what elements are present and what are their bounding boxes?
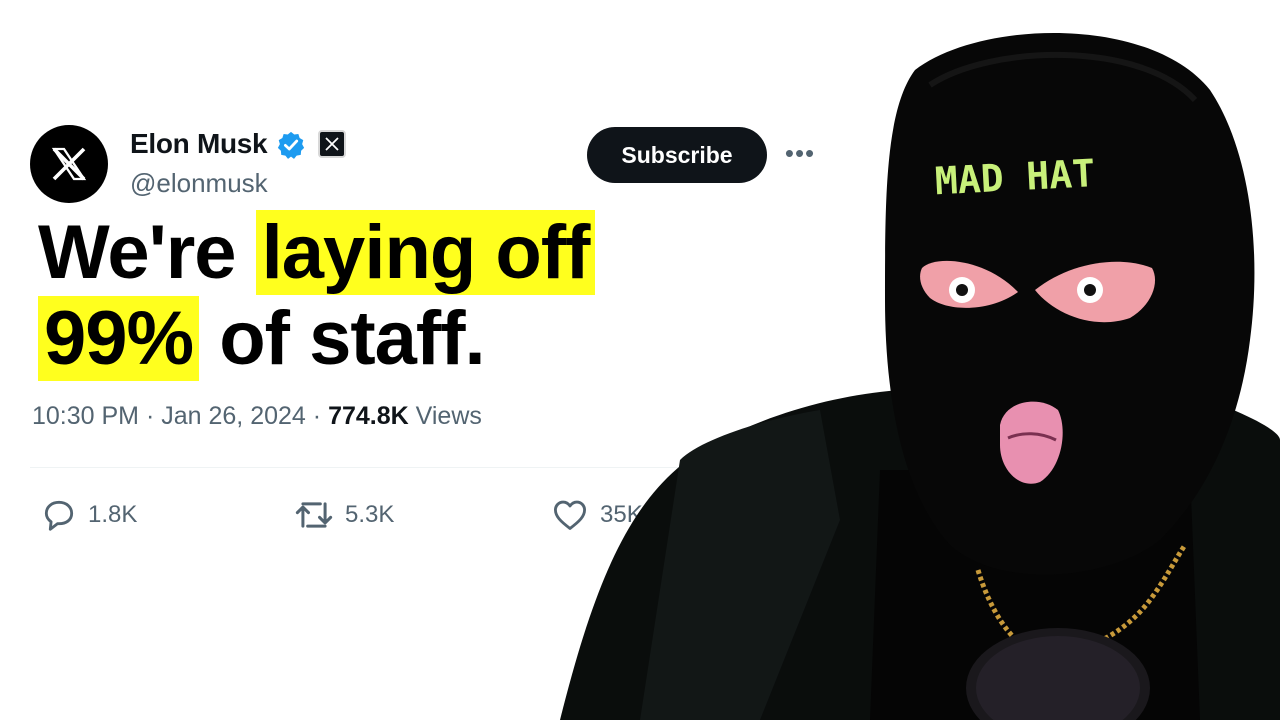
mask-lettering: MAD HAT (934, 151, 1096, 203)
headline-part2: of staff. (199, 296, 485, 381)
repost-icon (295, 502, 333, 528)
headline-highlight-2: 99% (38, 296, 200, 381)
meta-separator: · (145, 402, 155, 430)
reply-button[interactable]: 1.8K (40, 495, 137, 535)
tweet-date[interactable]: Jan 26, 2024 (161, 402, 306, 430)
x-logo-icon (51, 147, 87, 181)
tweet-meta: 10:30 PM · Jan 26, 2024 · 774.8K Views (32, 402, 482, 431)
masked-person-image: MAD HAT (560, 32, 1280, 720)
verified-badge-icon (277, 131, 305, 159)
repost-count: 5.3K (345, 501, 395, 528)
reply-icon (44, 500, 74, 531)
views-count: 774.8K (328, 402, 409, 430)
x-affiliation-icon (318, 130, 346, 158)
meta-separator: · (312, 402, 322, 430)
repost-button[interactable]: 5.3K (293, 495, 394, 535)
avatar[interactable] (30, 125, 108, 203)
headline-part1: We're (38, 210, 256, 295)
views-label: Views (415, 402, 482, 430)
author-handle[interactable]: @elonmusk (130, 168, 268, 199)
headline-highlight-1: laying off (255, 210, 596, 295)
reply-count: 1.8K (88, 501, 138, 528)
tweet-time[interactable]: 10:30 PM (32, 402, 139, 430)
author-name[interactable]: Elon Musk (130, 128, 268, 160)
